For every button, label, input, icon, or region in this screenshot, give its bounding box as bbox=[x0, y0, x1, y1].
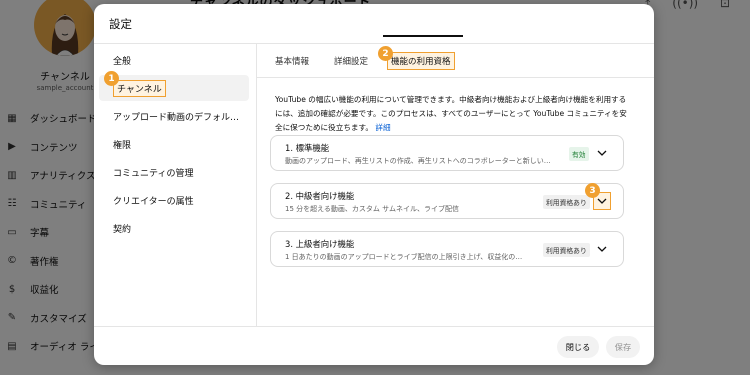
settings-dialog: 設定 全般 チャンネル アップロード動画のデフォル… 権限 コミュニティの管理 … bbox=[94, 4, 654, 365]
settings-nav-label: アップロード動画のデフォル… bbox=[113, 112, 240, 123]
chevron-down-icon bbox=[597, 246, 607, 252]
learn-more-link[interactable]: 詳細 bbox=[375, 123, 390, 132]
feature-card-standard[interactable]: 1. 標準機能 動画のアップロード、再生リストの作成、再生リストへのコラボレータ… bbox=[270, 135, 624, 171]
settings-nav-label: 契約 bbox=[113, 224, 132, 235]
save-button[interactable]: 保存 bbox=[606, 336, 640, 358]
expand-button[interactable] bbox=[593, 144, 611, 162]
settings-nav-creator-attributes[interactable]: クリエイターの属性 bbox=[99, 187, 249, 213]
status-badge: 利用資格あり bbox=[543, 195, 590, 209]
feature-description: 動画のアップロード、再生リストの作成、再生リストへのコラボレーターと新しい… bbox=[285, 157, 551, 165]
tab-advanced-settings[interactable]: 詳細設定 bbox=[334, 44, 368, 78]
eligibility-description: YouTube の幅広い機能の利用について管理できます。中級者向け機能および上級… bbox=[275, 93, 627, 135]
feature-description: 1 日あたりの動画のアップロードとライブ配信の上限引き上げ、収益化の… bbox=[285, 253, 523, 261]
settings-nav-permissions[interactable]: 権限 bbox=[99, 131, 249, 157]
settings-tabs: 基本情報 詳細設定 機能の利用資格 bbox=[257, 44, 654, 78]
settings-nav-label: チャンネル bbox=[113, 79, 166, 97]
expand-button[interactable] bbox=[593, 240, 611, 258]
description-text: YouTube の幅広い機能の利用について管理できます。中級者向け機能および上級… bbox=[275, 95, 627, 132]
settings-nav-label: 権限 bbox=[113, 140, 132, 151]
step-marker-2: 2 bbox=[378, 46, 393, 61]
tab-label: 機能の利用資格 bbox=[387, 52, 455, 70]
settings-nav-label: クリエイターの属性 bbox=[113, 196, 194, 207]
step-marker-3: 3 bbox=[585, 183, 600, 198]
settings-nav-community[interactable]: コミュニティの管理 bbox=[99, 159, 249, 185]
dialog-title: 設定 bbox=[109, 17, 132, 31]
active-tab-indicator bbox=[383, 35, 463, 37]
settings-nav-upload-defaults[interactable]: アップロード動画のデフォル… bbox=[99, 103, 249, 129]
tab-feature-eligibility[interactable]: 機能の利用資格 bbox=[387, 44, 455, 78]
chevron-down-icon bbox=[597, 198, 607, 204]
feature-title: 1. 標準機能 bbox=[285, 143, 330, 153]
tab-label: 詳細設定 bbox=[334, 57, 369, 67]
settings-nav-label: コミュニティの管理 bbox=[113, 168, 194, 179]
sidebar-divider bbox=[256, 44, 257, 326]
settings-nav-channel[interactable]: チャンネル bbox=[99, 75, 249, 101]
feature-card-intermediate[interactable]: 2. 中級者向け機能 15 分を超える動画、カスタム サムネイル、ライブ配信 利… bbox=[270, 183, 624, 219]
status-badge: 利用資格あり bbox=[543, 243, 590, 257]
close-button[interactable]: 閉じる bbox=[557, 336, 599, 358]
feature-description: 15 分を超える動画、カスタム サムネイル、ライブ配信 bbox=[285, 205, 460, 213]
settings-nav-general[interactable]: 全般 bbox=[99, 47, 249, 73]
footer-divider bbox=[94, 326, 654, 327]
feature-title: 3. 上級者向け機能 bbox=[285, 239, 355, 249]
feature-card-advanced[interactable]: 3. 上級者向け機能 1 日あたりの動画のアップロードとライブ配信の上限引き上げ… bbox=[270, 231, 624, 267]
step-marker-1: 1 bbox=[104, 71, 119, 86]
tabs-divider bbox=[257, 77, 654, 78]
chevron-down-icon bbox=[597, 150, 607, 156]
settings-nav-agreements[interactable]: 契約 bbox=[99, 215, 249, 241]
settings-nav-label: 全般 bbox=[113, 56, 132, 67]
tab-label: 基本情報 bbox=[275, 57, 310, 67]
status-badge: 有効 bbox=[569, 147, 589, 161]
feature-title: 2. 中級者向け機能 bbox=[285, 191, 355, 201]
tab-basic-info[interactable]: 基本情報 bbox=[275, 44, 309, 78]
